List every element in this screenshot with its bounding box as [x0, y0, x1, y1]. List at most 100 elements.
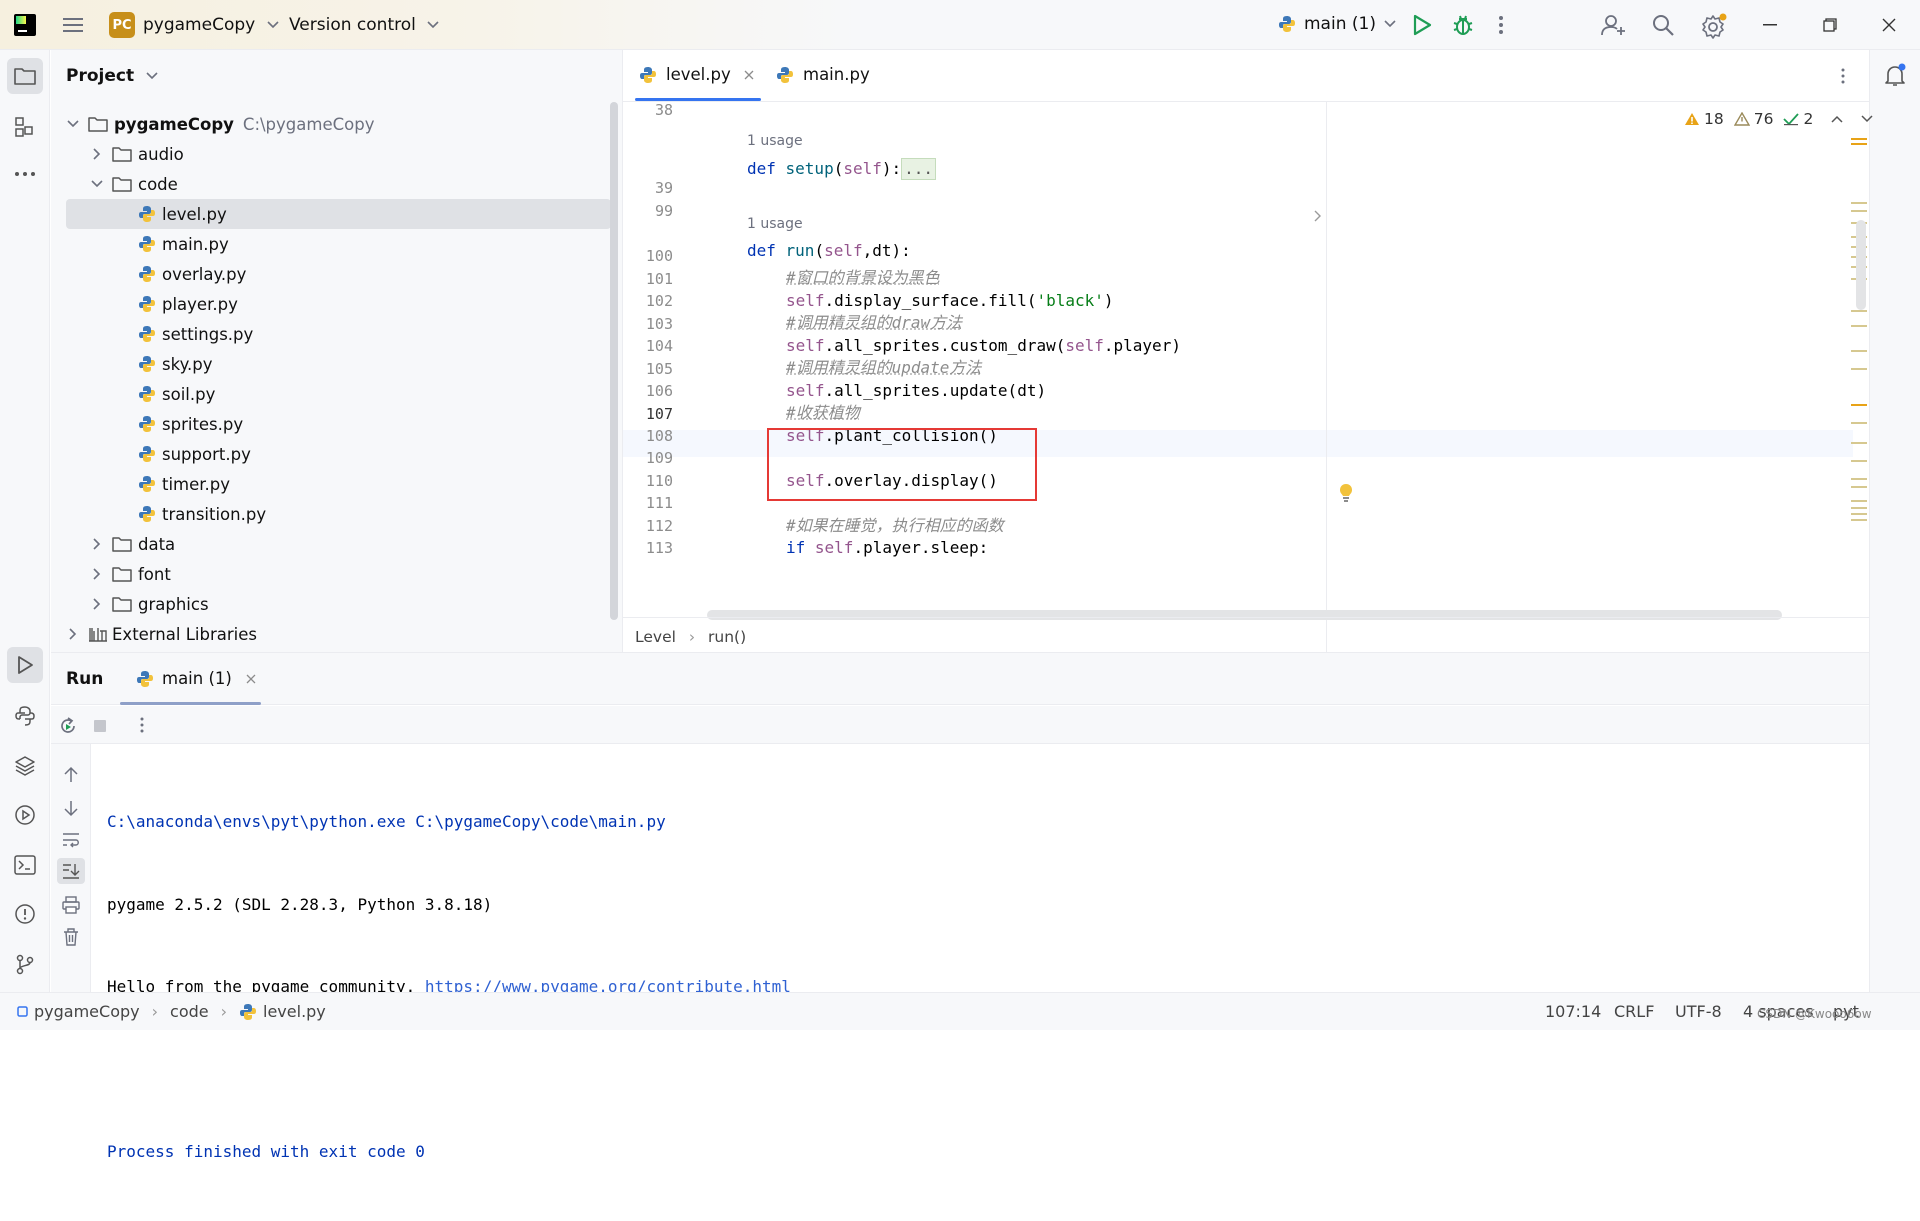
chevron-right-icon[interactable]: [90, 148, 104, 160]
settings-button[interactable]: [1701, 13, 1727, 39]
line-number-current: 107: [645, 405, 673, 423]
fold-expand-button[interactable]: [1314, 210, 1322, 222]
scroll-to-end-icon: [63, 864, 80, 879]
breadcrumb-method[interactable]: run(): [708, 628, 746, 646]
tree-node-audio[interactable]: audio: [51, 139, 611, 169]
tree-file-overlay-py[interactable]: overlay.py: [51, 259, 611, 289]
project-view-selector[interactable]: Project: [66, 66, 158, 86]
chevron-down-icon[interactable]: [1861, 115, 1873, 123]
tree-file-timer-py[interactable]: timer.py: [51, 469, 611, 499]
console-output[interactable]: C:\anaconda\envs\pyt\python.exe C:\pygam…: [107, 753, 791, 1221]
project-tool-button[interactable]: [7, 58, 43, 94]
terminal-button[interactable]: [7, 847, 43, 883]
status-crumb-folder[interactable]: code: [170, 1002, 209, 1021]
stripe-marker: [1851, 350, 1867, 352]
breadcrumb-class[interactable]: Level: [635, 628, 676, 646]
git-button[interactable]: [7, 946, 43, 982]
minimize-icon: [1763, 24, 1777, 26]
add-user-button[interactable]: [1601, 13, 1627, 37]
run-tool-button[interactable]: [7, 647, 43, 683]
more-tools-button[interactable]: [7, 156, 43, 192]
horizontal-scrollbar[interactable]: [707, 610, 1782, 620]
more-actions-button[interactable]: [1496, 13, 1506, 37]
caret-position[interactable]: 107:14: [1545, 1002, 1601, 1021]
scroll-to-end-button[interactable]: [57, 858, 85, 884]
tree-file-support-py[interactable]: support.py: [51, 439, 611, 469]
run-button[interactable]: [1411, 13, 1433, 37]
tree-node-graphics[interactable]: graphics: [51, 589, 611, 619]
status-crumb-project[interactable]: pygameCopy: [34, 1002, 140, 1021]
search-button[interactable]: [1651, 13, 1675, 37]
tree-node-external-libraries[interactable]: External Libraries: [51, 619, 611, 649]
tab-run-main[interactable]: main (1): [136, 669, 256, 688]
close-icon[interactable]: [744, 70, 754, 80]
line-ending[interactable]: CRLF: [1614, 1002, 1654, 1021]
project-badge[interactable]: PC: [109, 12, 135, 38]
usage-hint[interactable]: 1 usage: [747, 133, 803, 149]
tree-node-root[interactable]: pygameCopy C:\pygameCopy: [51, 109, 611, 139]
chevron-right-icon[interactable]: [90, 568, 104, 580]
inspection-widget[interactable]: 18 76 2: [1684, 110, 1873, 128]
close-window-button[interactable]: [1882, 18, 1896, 32]
main-menu-icon[interactable]: [62, 15, 84, 35]
chevron-right-icon[interactable]: [90, 598, 104, 610]
tree-file-settings-py[interactable]: settings.py: [51, 319, 611, 349]
problems-button[interactable]: [7, 896, 43, 932]
code-token: self: [843, 159, 882, 178]
chevron-down-icon[interactable]: [90, 180, 104, 188]
intention-action-bulb[interactable]: [1338, 483, 1354, 503]
tree-file-level-py[interactable]: level.py: [66, 199, 611, 229]
scroll-up-button[interactable]: [63, 766, 79, 784]
notifications-button[interactable]: [1877, 57, 1913, 93]
usage-hint[interactable]: 1 usage: [747, 216, 803, 232]
debug-button[interactable]: [1451, 13, 1475, 37]
vertical-scrollbar-thumb[interactable]: [1856, 220, 1866, 310]
stripe-marker: [1851, 507, 1867, 509]
scroll-down-button[interactable]: [63, 799, 79, 817]
restore-button[interactable]: [1823, 18, 1837, 32]
python-console-button[interactable]: [7, 698, 43, 734]
chevron-right-icon: [1314, 210, 1321, 222]
structure-tool-button[interactable]: [7, 109, 43, 145]
tree-node-data[interactable]: data: [51, 529, 611, 559]
tree-file-soil-py[interactable]: soil.py: [51, 379, 611, 409]
folder-icon: [112, 597, 132, 612]
run-more-button[interactable]: [139, 717, 145, 733]
tab-main-py[interactable]: main.py: [776, 65, 870, 84]
version-control-label: Version control: [289, 15, 416, 35]
tree-node-code[interactable]: code: [51, 169, 611, 199]
tree-file-transition-py[interactable]: transition.py: [51, 499, 611, 529]
run-configuration-selector[interactable]: main (1): [1278, 14, 1396, 34]
rerun-button[interactable]: [58, 716, 78, 736]
tree-file-player-py[interactable]: player.py: [51, 289, 611, 319]
chevron-up-icon[interactable]: [1831, 115, 1843, 123]
tree-file-main-py[interactable]: main.py: [51, 229, 611, 259]
python-packages-button[interactable]: [7, 748, 43, 784]
file-encoding[interactable]: UTF-8: [1675, 1002, 1722, 1021]
clear-console-button[interactable]: [63, 928, 79, 946]
chevron-right-icon[interactable]: [66, 628, 80, 640]
project-selector[interactable]: pygameCopy: [143, 15, 279, 35]
status-crumb-file[interactable]: level.py: [263, 1002, 326, 1021]
tree-node-font[interactable]: font: [51, 559, 611, 589]
project-scrollbar[interactable]: [610, 102, 618, 620]
tab-options-button[interactable]: [1840, 68, 1846, 84]
minimize-button[interactable]: [1763, 24, 1777, 26]
folder-icon: [112, 537, 132, 552]
close-icon[interactable]: [246, 674, 256, 684]
folded-code-placeholder[interactable]: ...: [901, 158, 937, 180]
tree-root-path: C:\pygameCopy: [242, 114, 375, 134]
chevron-down-icon: [1384, 20, 1396, 28]
version-control-menu[interactable]: Version control: [289, 15, 439, 35]
tab-level-py[interactable]: level.py: [639, 65, 754, 84]
print-button[interactable]: [62, 896, 80, 914]
soft-wrap-button[interactable]: [62, 832, 80, 848]
tree-node-label: player.py: [162, 294, 238, 314]
chevron-right-icon[interactable]: [90, 538, 104, 550]
chevron-down-icon[interactable]: [66, 120, 80, 128]
python-file-icon: [777, 66, 793, 83]
tree-file-sky-py[interactable]: sky.py: [51, 349, 611, 379]
stop-button[interactable]: [93, 719, 107, 733]
services-button[interactable]: [7, 797, 43, 833]
tree-file-sprites-py[interactable]: sprites.py: [51, 409, 611, 439]
